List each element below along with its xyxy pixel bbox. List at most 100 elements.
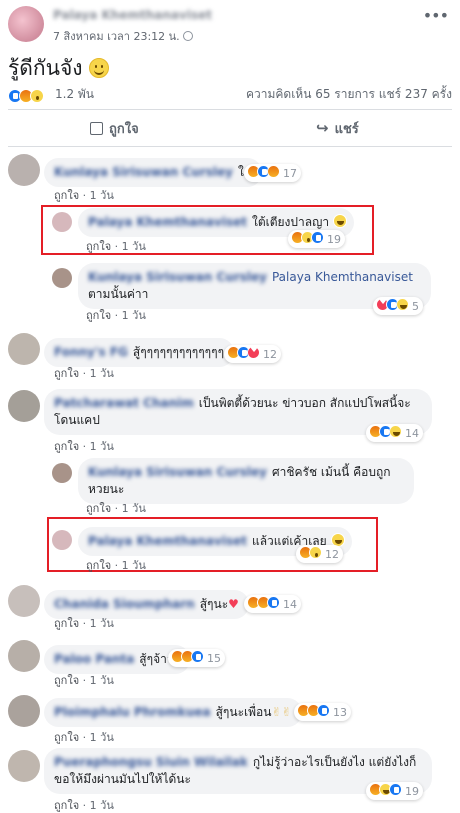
more-options-icon[interactable]: ••• bbox=[423, 6, 449, 25]
angry-reaction-icon bbox=[267, 165, 280, 178]
comment-time[interactable]: 1 วัน bbox=[90, 799, 114, 812]
avatar[interactable] bbox=[52, 212, 72, 232]
comment-text: ตามนั้นค่าา bbox=[88, 287, 149, 301]
reaction-count: 15 bbox=[207, 652, 221, 665]
comment-meta: ถูกใจ · 1 วัน bbox=[54, 674, 114, 687]
comment-share-counts: ความคิดเห็น 65 รายการ แชร์ 237 ครั้ง bbox=[246, 85, 452, 104]
shares-count[interactable]: แชร์ 237 ครั้ง bbox=[379, 87, 452, 101]
comment-time[interactable]: 1 วัน bbox=[90, 674, 114, 687]
reaction-total[interactable]: 1.2 พัน bbox=[55, 85, 94, 104]
comment-meta: ถูกใจ · 1 วัน bbox=[54, 799, 114, 812]
avatar[interactable] bbox=[8, 390, 40, 422]
comment-meta: ถูกใจ · 1 วัน bbox=[86, 559, 146, 572]
comment-meta: ถูกใจ · 1 วัน bbox=[86, 502, 146, 515]
avatar[interactable] bbox=[8, 640, 40, 672]
comment-time[interactable]: 1 วัน bbox=[122, 309, 146, 322]
comment-like-link[interactable]: ถูกใจ bbox=[54, 440, 79, 453]
commenter-name[interactable]: Palaya Khemthanaviset bbox=[88, 534, 247, 548]
reaction-count: 13 bbox=[333, 706, 347, 719]
haha-reaction-icon bbox=[389, 425, 402, 438]
share-icon: ↪ bbox=[316, 119, 329, 137]
comments-count[interactable]: ความคิดเห็น 65 รายการ bbox=[246, 87, 375, 101]
comment-text: สู้ๆๆๆๆๆๆๆๆๆๆๆๆๆ bbox=[132, 345, 225, 359]
avatar[interactable] bbox=[8, 695, 40, 727]
comment-reactions[interactable]: 19 bbox=[288, 230, 345, 248]
avatar[interactable] bbox=[8, 6, 44, 42]
reaction-count: 12 bbox=[263, 348, 277, 361]
love-reaction-icon bbox=[247, 345, 260, 359]
comment-reactions[interactable]: 5 bbox=[373, 297, 423, 315]
post-header: Palaya Khemthanaviset 7 สิงหาคม เวลา 23:… bbox=[0, 0, 460, 46]
comment-time[interactable]: 1 วัน bbox=[90, 617, 114, 630]
comment-like-link[interactable]: ถูกใจ bbox=[86, 559, 111, 572]
author-name[interactable]: Palaya Khemthanaviset bbox=[53, 8, 212, 22]
comment-meta: ถูกใจ · 1 วัน bbox=[54, 731, 114, 744]
post-actions: ถูกใจ ↪ แชร์ bbox=[0, 110, 460, 148]
tagged-user[interactable]: Palaya Khemthanaviset bbox=[272, 270, 413, 284]
commenter-name[interactable]: Paloo Panta bbox=[54, 652, 134, 666]
comment-reactions[interactable]: 13 bbox=[294, 703, 351, 721]
comment-time[interactable]: 1 วัน bbox=[90, 367, 114, 380]
reaction-icons[interactable] bbox=[8, 85, 44, 103]
commenter-name[interactable]: Ploimphalu Phromkuea bbox=[54, 705, 211, 719]
globe-icon bbox=[182, 31, 193, 41]
comment-reactions[interactable]: 12 bbox=[296, 545, 343, 563]
like-reaction-icon bbox=[389, 783, 402, 796]
reaction-count: 17 bbox=[283, 167, 297, 180]
commenter-name[interactable]: Patcharawat Chanim bbox=[54, 396, 194, 410]
wow-reaction-icon bbox=[30, 88, 44, 103]
heart-emoji-icon: ♥ bbox=[228, 597, 239, 611]
share-button[interactable]: ↪ แชร์ bbox=[316, 118, 359, 139]
like-reaction-icon bbox=[267, 596, 280, 609]
comment-like-link[interactable]: ถูกใจ bbox=[54, 617, 79, 630]
laugh-emoji-icon bbox=[332, 214, 347, 228]
commenter-name[interactable]: Fonny's FG bbox=[54, 345, 128, 359]
avatar[interactable] bbox=[52, 530, 72, 550]
comment-like-link[interactable]: ถูกใจ bbox=[86, 309, 111, 322]
reaction-count: 14 bbox=[405, 427, 419, 440]
comment-reactions[interactable]: 14 bbox=[244, 595, 301, 613]
avatar[interactable] bbox=[52, 463, 72, 483]
post-text-content: รู้ดีกันจัง bbox=[8, 56, 83, 80]
commenter-name[interactable]: Palaya Khemthanaviset bbox=[88, 215, 247, 229]
commenter-name[interactable]: Kunlaya Sirisuwan Cursley bbox=[54, 165, 233, 179]
commenter-name[interactable]: Chanida Sioumpharn bbox=[54, 597, 195, 611]
comment-time[interactable]: 1 วัน bbox=[90, 189, 114, 202]
post-time[interactable]: 7 สิงหาคม เวลา 23:12 น. bbox=[53, 27, 193, 45]
like-reaction-icon bbox=[191, 650, 204, 663]
avatar[interactable] bbox=[8, 154, 40, 186]
like-button-label: ถูกใจ bbox=[109, 122, 139, 137]
avatar[interactable] bbox=[8, 750, 40, 782]
comment-reactions[interactable]: 17 bbox=[244, 164, 301, 182]
comment-bubble: Fonny's FG สู้ๆๆๆๆๆๆๆๆๆๆๆๆๆ bbox=[44, 338, 235, 367]
comment-like-link[interactable]: ถูกใจ bbox=[54, 799, 79, 812]
comment-reactions[interactable]: 14 bbox=[366, 424, 423, 442]
comment-reactions[interactable]: 15 bbox=[168, 649, 225, 667]
comment-like-link[interactable]: ถูกใจ bbox=[54, 189, 79, 202]
like-button[interactable]: ถูกใจ bbox=[90, 118, 139, 139]
comment-reactions[interactable]: 12 bbox=[224, 345, 281, 363]
comment-like-link[interactable]: ถูกใจ bbox=[54, 731, 79, 744]
comment-time[interactable]: 1 วัน bbox=[122, 502, 146, 515]
commenter-name[interactable]: Pueraphongsu Siuin Wilailak bbox=[54, 755, 248, 769]
avatar[interactable] bbox=[8, 585, 40, 617]
avatar[interactable] bbox=[8, 333, 40, 365]
comment-meta: ถูกใจ · 1 วัน bbox=[54, 440, 114, 453]
comment-time[interactable]: 1 วัน bbox=[122, 240, 146, 253]
commenter-name[interactable]: Kunlaya Sirisuwan Cursley bbox=[88, 270, 267, 284]
comment-time[interactable]: 1 วัน bbox=[122, 559, 146, 572]
wow-reaction-icon bbox=[309, 546, 322, 559]
comment-like-link[interactable]: ถูกใจ bbox=[86, 502, 111, 515]
avatar[interactable] bbox=[52, 268, 72, 288]
comment-like-link[interactable]: ถูกใจ bbox=[86, 240, 111, 253]
comment-time[interactable]: 1 วัน bbox=[90, 440, 114, 453]
comment-reactions[interactable]: 19 bbox=[366, 782, 423, 800]
comment-like-link[interactable]: ถูกใจ bbox=[54, 367, 79, 380]
comment-time[interactable]: 1 วัน bbox=[90, 731, 114, 744]
post-time-text[interactable]: 7 สิงหาคม เวลา 23:12 น. bbox=[53, 30, 180, 43]
comment-text: สู้ๆนะ bbox=[199, 597, 229, 611]
comment-like-link[interactable]: ถูกใจ bbox=[54, 674, 79, 687]
post-text: รู้ดีกันจัง bbox=[8, 52, 109, 85]
commenter-name[interactable]: Kunlaya Sirisuwan Cursley bbox=[88, 465, 267, 479]
peace-hands-icon: ✌✌ bbox=[271, 705, 292, 719]
